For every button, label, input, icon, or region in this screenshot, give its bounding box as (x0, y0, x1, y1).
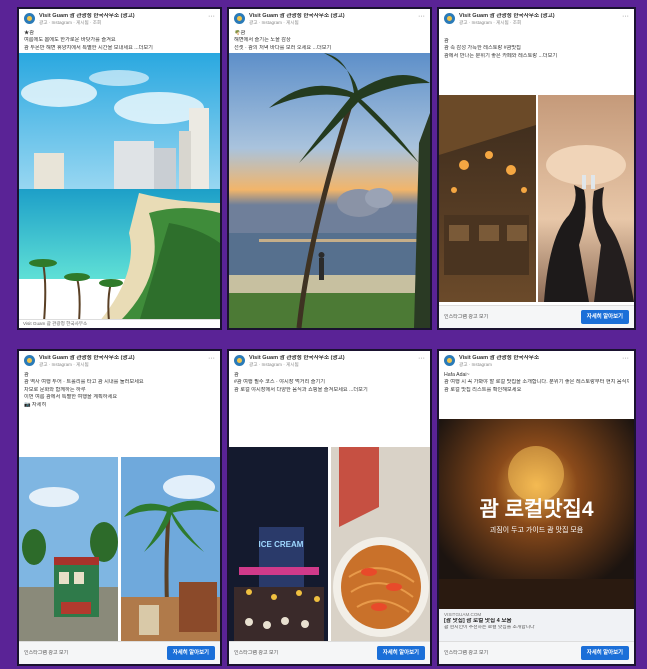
post-line: 📷 자세히 (24, 401, 47, 408)
page-name[interactable]: Visit Guam 괌 관광청 한국사무소 (459, 355, 539, 362)
post-footer: Visit Guam 괌 관광청 한국사무소 (19, 319, 220, 328)
ad-card-3[interactable]: Visit Guam 괌 관광청 한국사무소 (광고) 광고 · Instagr… (437, 7, 636, 330)
page-avatar[interactable] (24, 355, 35, 366)
more-options-icon[interactable]: ··· (619, 13, 629, 22)
post-line: Hafa Adai~ (444, 371, 470, 378)
post-line: 이번 여름 괌에서 특별한 여행을 계획하세요 (24, 394, 118, 401)
page-avatar[interactable] (234, 13, 245, 24)
post-text: Hafa Adai~ 괌 여행 시 꼭 가봐야 할 로컬 맛집을 소개합니다. … (439, 370, 634, 397)
night-market-photo[interactable]: ICE CREAM (229, 447, 430, 644)
cta-button[interactable]: 자세히 알아보기 (580, 309, 629, 325)
post-line: 해변에서 즐기는 노을 감상 (234, 37, 291, 44)
post-text: 괌 괌 역사 여행 투어 · 트롤리를 타고 괌 시내를 둘러보세요 차모로 문… (19, 370, 220, 412)
post-footer: 인스타그램 광고 보기 자세히 알아보기 (439, 641, 634, 664)
cta-button[interactable]: 자세히 알아보기 (580, 645, 629, 661)
ad-card-2[interactable]: Visit Guam 괌 관광청 한국사무소 (광고) 광고 · Instagr… (227, 7, 432, 330)
post-line: 🌴괌 (234, 29, 246, 36)
post-line: 괌 로컬 맛집 리스트를 확인해보세요 (444, 386, 522, 393)
link-caption[interactable]: VISITGUAM.COM [괌 맛집] 괌 로컬 맛집 4 모음 괌 현지인이… (439, 609, 634, 643)
post-header: Visit Guam 괌 관광청 한국사무소 (광고) 광고 · Instagr… (439, 9, 634, 28)
ad-card-4[interactable]: Visit Guam 괌 관광청 한국사무소 (광고) 광고 · Instagr… (17, 349, 222, 666)
food-banner-photo[interactable]: 괌 로컬맛집4 괴짐이 두고 가이드 괌 맛집 모음 (439, 419, 634, 609)
post-header: Visit Guam 괌 관광청 한국사무소 (광고) 광고 · Instagr… (19, 351, 220, 370)
page-avatar[interactable] (444, 355, 455, 366)
page-name[interactable]: Visit Guam 괌 관광청 한국사무소 (광고) (459, 13, 555, 20)
post-footer: 인스타그램 광고 보기 자세히 알아보기 (19, 641, 220, 664)
post-line: 괌 역사 여행 투어 · 트롤리를 타고 괌 시내를 둘러보세요 (24, 379, 144, 386)
more-options-icon[interactable]: ··· (415, 355, 425, 364)
page-avatar[interactable] (234, 355, 245, 366)
ice-cream-sign: ICE CREAM (259, 540, 304, 549)
ad-card-6[interactable]: Visit Guam 괌 관광청 한국사무소 광고 · Instagram ··… (437, 349, 636, 666)
post-meta: 광고 · Instagram · 게시됨 · 조회 (39, 19, 102, 25)
post-line: 괌 투몬만 해변 휴양지에서 특별한 시간을 보내세요 ...더보기 (24, 44, 153, 51)
post-line: ★괌 (24, 29, 34, 36)
post-line: 선셋 · 괌의 저녁 바다를 보러 오세요 ...더보기 (234, 44, 332, 51)
trolley-photo[interactable] (19, 457, 220, 641)
page-avatar[interactable] (444, 13, 455, 24)
post-text: 🌴괌 해변에서 즐기는 노을 감상 선셋 · 괌의 저녁 바다를 보러 오세요 … (229, 28, 430, 55)
post-line: 괌 (24, 371, 29, 378)
beach-photo[interactable] (19, 53, 220, 322)
page-name[interactable]: Visit Guam 괌 관광청 한국사무소 (광고) (39, 355, 135, 362)
page-name[interactable]: Visit Guam 괌 관광청 한국사무소 (광고) (249, 13, 345, 20)
post-line: 괌 속 감성 가득한 레스토랑 #괌맛집 (444, 45, 521, 52)
post-line: 괌에서 만나는 분위기 좋은 카페와 레스토랑 ...더보기 (444, 52, 558, 59)
post-meta: 광고 · Instagram · 게시됨 (249, 361, 299, 367)
footer-label[interactable]: 인스타그램 광고 보기 (444, 650, 581, 656)
page-name[interactable]: Visit Guam 괌 관광청 한국사무소 (광고) (249, 355, 345, 362)
footer-label[interactable]: 인스타그램 광고 보기 (234, 650, 377, 656)
footer-label[interactable]: 인스타그램 광고 보기 (24, 650, 167, 656)
more-options-icon[interactable]: ··· (619, 355, 629, 364)
footer-label: Visit Guam 괌 관광청 한국사무소 (23, 321, 88, 327)
post-header: Visit Guam 괌 관광청 한국사무소 (광고) 광고 · Instagr… (229, 9, 430, 28)
post-line: 괌 (234, 371, 239, 378)
more-options-icon[interactable]: ··· (205, 355, 215, 364)
footer-label[interactable]: 인스타그램 광고 보기 (444, 314, 581, 320)
ad-card-1[interactable]: Visit Guam 괌 관광청 한국사무소 (광고) 광고 · Instagr… (17, 7, 222, 330)
ad-card-5[interactable]: Visit Guam 괌 관광청 한국사무소 (광고) 광고 · Instagr… (227, 349, 432, 666)
post-header: Visit Guam 괌 관광청 한국사무소 (광고) 광고 · Instagr… (19, 9, 220, 28)
banner-title: 괌 로컬맛집4 (479, 498, 594, 521)
post-line: 괌 여행 시 꼭 가봐야 할 로컬 맛집을 소개합니다. 분위기 좋은 레스토랑… (444, 379, 629, 386)
post-header: Visit Guam 괌 관광청 한국사무소 광고 · Instagram ··… (439, 351, 634, 370)
post-header: Visit Guam 괌 관광청 한국사무소 (광고) 광고 · Instagr… (229, 351, 430, 370)
post-line: #괌 여행 필수 코스 · 야시장 먹거리 즐기기 (234, 379, 326, 386)
post-meta: 광고 · Instagram · 게시됨 (249, 19, 299, 25)
more-options-icon[interactable]: ··· (205, 13, 215, 22)
cta-button[interactable]: 자세히 알아보기 (166, 645, 215, 661)
post-text: 괌 #괌 여행 필수 코스 · 야시장 먹거리 즐기기 괌 로컬 야시장에서 다… (229, 370, 430, 397)
post-footer: 인스타그램 광고 보기 자세히 알아보기 (229, 641, 430, 664)
banner-subtitle: 괴짐이 두고 가이드 괌 맛집 모음 (489, 527, 584, 534)
post-text: 괌 괌 속 감성 가득한 레스토랑 #괌맛집 괌에서 만나는 분위기 좋은 카페… (439, 28, 634, 63)
post-line: 괌 로컬 야시장에서 다양한 음식과 쇼핑을 즐겨보세요 ...더보기 (234, 386, 368, 393)
post-line: 괌 (444, 37, 449, 44)
post-line: 차모로 문화와 함께하는 하루 (24, 386, 86, 393)
caption-desc: 괌 현지인이 추천하는 로컬 맛집을 소개합니다 (444, 624, 535, 630)
post-meta: 광고 · Instagram (459, 361, 492, 367)
post-line: 여름에도 봄에도 한가로운 바닷가를 즐겨요 (24, 37, 116, 44)
post-footer: 인스타그램 광고 보기 자세히 알아보기 (439, 305, 634, 328)
sunset-palm-photo[interactable] (229, 53, 430, 328)
post-meta: 광고 · Instagram · 게시됨 · 조회 (459, 19, 522, 25)
page-avatar[interactable] (24, 13, 35, 24)
post-meta: 광고 · Instagram · 게시됨 (39, 361, 89, 367)
more-options-icon[interactable]: ··· (415, 13, 425, 22)
cta-button[interactable]: 자세히 알아보기 (376, 645, 425, 661)
caption-title: [괌 맛집] 괌 로컬 맛집 4 모음 (444, 617, 512, 624)
page-name[interactable]: Visit Guam 괌 관광청 한국사무소 (광고) (39, 13, 135, 20)
restaurant-photo[interactable] (439, 95, 634, 302)
post-text: ★괌 여름에도 봄에도 한가로운 바닷가를 즐겨요 괌 투몬만 해변 휴양지에서… (19, 28, 220, 55)
